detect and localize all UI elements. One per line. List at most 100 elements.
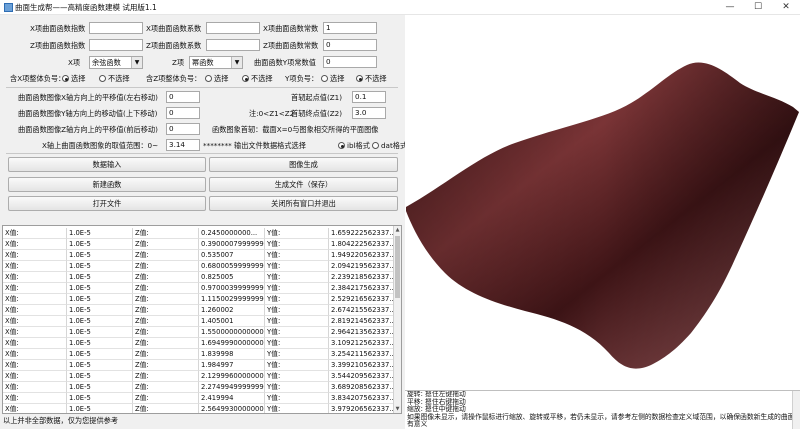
table-row[interactable]: X值: 1.0E-5 Z值: 1.260002 Y值: 2.674215562337... xyxy=(3,305,395,316)
z-constant-input[interactable]: 0 xyxy=(323,39,377,51)
table-cell: 3.399210562337... xyxy=(329,360,395,371)
z1-input[interactable]: 0.1 xyxy=(352,91,386,103)
table-cell: Z值: xyxy=(133,316,199,327)
table-cell: X值: xyxy=(3,349,67,360)
y-sign-label: Y项负号： xyxy=(285,74,319,83)
table-row[interactable]: X值: 1.0E-5 Z值: 1.405001 Y值: 2.819214562337... xyxy=(3,316,395,327)
table-cell: 0.6800059999999... xyxy=(199,261,265,272)
z-exponent-input[interactable] xyxy=(89,39,143,51)
z2-input[interactable]: 3.0 xyxy=(352,107,386,119)
table-cell: X值: xyxy=(3,228,67,239)
z-shift-input[interactable]: 0 xyxy=(166,123,200,135)
radio-unselected-icon xyxy=(205,75,212,82)
table-cell: 0.9700039999999... xyxy=(199,283,265,294)
maximize-icon[interactable]: ☐ xyxy=(744,0,772,15)
close-icon[interactable]: ✕ xyxy=(772,0,800,15)
z-coefficient-input[interactable] xyxy=(206,39,260,51)
x-shift-input[interactable]: 0 xyxy=(166,91,200,103)
format-dat-radio[interactable]: dat格式 xyxy=(372,140,407,151)
new-function-button[interactable]: 新建函数 xyxy=(8,177,206,192)
table-row[interactable]: X值: 1.0E-5 Z值: 0.3900007999999... Y值: 1.80422… xyxy=(3,239,395,250)
z-function-select[interactable]: 幂函数 ▼ xyxy=(189,56,243,69)
help-scrollbar[interactable] xyxy=(792,391,800,429)
x-constant-input[interactable]: 1 xyxy=(323,22,377,34)
minimize-icon[interactable]: — xyxy=(716,0,744,15)
table-row[interactable]: X值: 1.0E-5 Z值: 2.419994 Y值: 3.834207562337... xyxy=(3,393,395,404)
table-row[interactable]: X值: 1.0E-5 Z值: 2.2749949999999... Y值: 3.68920… xyxy=(3,382,395,393)
scroll-up-icon[interactable]: ▲ xyxy=(394,226,401,234)
table-row[interactable]: X值: 1.0E-5 Z值: 1.984997 Y值: 3.399210562337... xyxy=(3,360,395,371)
table-cell: X值: xyxy=(3,382,67,393)
z-exponent-label: Z项曲面函数指数 xyxy=(30,41,86,50)
radio-label: 选择 xyxy=(214,74,229,83)
format-ibl-radio[interactable]: ibl格式 xyxy=(338,140,370,151)
table-row[interactable]: X值: 1.0E-5 Z值: 2.1299960000000... Y值: 3.54420… xyxy=(3,371,395,382)
data-table[interactable]: X值: 1.0E-5 Z值: 0.2450000000... Y值: 1.65922256… xyxy=(2,225,402,414)
x-range-input[interactable]: 3.14 xyxy=(166,139,200,151)
table-cell: 1.0E-5 xyxy=(67,294,133,305)
help-note: 如果图像未显示，请操作鼠标进行缩放、旋转或平移，若仍未显示，请参考左侧的数据检查… xyxy=(407,412,795,421)
y-sign-select-radio[interactable]: 选择 xyxy=(321,73,344,84)
table-cell: 2.239218562337... xyxy=(329,272,395,283)
radio-label: 选择 xyxy=(71,74,86,83)
table-row[interactable]: X值: 1.0E-5 Z值: 1.839998 Y值: 3.254211562337... xyxy=(3,349,395,360)
x-sign-select-radio[interactable]: 选择 xyxy=(62,73,85,84)
table-cell: 1.0E-5 xyxy=(67,349,133,360)
table-row[interactable]: X值: 1.0E-5 Z值: 0.9700039999999... Y值: 2.38421… xyxy=(3,283,395,294)
data-input-button[interactable]: 数据输入 xyxy=(8,157,206,172)
table-cell: 2.5649930000000... xyxy=(201,404,265,413)
table-cell: X值: xyxy=(3,272,67,283)
scroll-thumb[interactable] xyxy=(395,236,400,298)
close-all-exit-button[interactable]: 关闭所有窗口并退出 xyxy=(209,196,398,211)
x-sign-unselect-radio[interactable]: 不选择 xyxy=(99,73,130,84)
z-sign-unselect-radio[interactable]: 不选择 xyxy=(242,73,273,84)
y-constant-input[interactable]: 0 xyxy=(323,56,377,68)
table-row[interactable]: X值: 1.0E-5 Z值: 2.5649930000000... Y值: 3.97920… xyxy=(3,404,395,413)
table-cell: 1.984997 xyxy=(199,360,265,371)
table-cell: 1.0E-5 xyxy=(67,404,133,413)
app-icon xyxy=(4,3,13,12)
table-row[interactable]: X值: 1.0E-5 Z值: 0.535007 Y值: 1.949220562337... xyxy=(3,250,395,261)
x-function-label: X项 xyxy=(68,58,81,67)
table-cell: Y值: xyxy=(265,338,329,349)
table-cell: 0.2450000000... xyxy=(199,228,265,239)
table-cell: Z值: xyxy=(133,327,199,338)
x-shift-label: 曲面函数图像X轴方向上的平移值(左右移动) xyxy=(18,93,158,102)
table-cell: 1.6949990000000... xyxy=(199,338,265,349)
z1-label: 首轫起点值(Z1) xyxy=(291,93,343,102)
table-cell: Y值: xyxy=(265,404,329,413)
table-cell: Z值: xyxy=(133,393,199,404)
generate-file-button[interactable]: 生成文件（保存） xyxy=(209,177,398,192)
image-generate-button[interactable]: 图像生成 xyxy=(209,157,398,172)
x-sign-label: 含X项整体负号： xyxy=(10,74,66,83)
table-row[interactable]: X值: 1.0E-5 Z值: 1.6949990000000... Y值: 3.10921… xyxy=(3,338,395,349)
table-row[interactable]: X值: 1.0E-5 Z值: 1.5500000000000... Y值: 2.96421… xyxy=(3,327,395,338)
table-cell: 1.839998 xyxy=(199,349,265,360)
table-row[interactable]: X值: 1.0E-5 Z值: 0.6800059999999... Y值: 2.09421… xyxy=(3,261,395,272)
x-exponent-input[interactable] xyxy=(89,22,143,34)
surface-render[interactable] xyxy=(405,15,800,390)
table-row[interactable]: X值: 1.0E-5 Z值: 0.2450000000... Y值: 1.65922256… xyxy=(3,228,395,239)
table-cell: Z值: xyxy=(133,239,199,250)
control-panel: X项曲面函数指数 X项曲面函数系数 X项曲面函数常数 1 Z项曲面函数指数 Z项… xyxy=(0,15,407,429)
open-file-button[interactable]: 打开文件 xyxy=(8,196,206,211)
title-bar: 曲面生成帮——高精度函数建模 试用版1.1 — ☐ ✕ xyxy=(0,0,800,15)
surface-view[interactable]: 旋转: 摁住左键拖动 平移: 摁住右键拖动 缩放: 摁住中键拖动 如果图像未显示… xyxy=(405,15,800,429)
y-sign-unselect-radio[interactable]: 不选择 xyxy=(356,73,387,84)
table-cell: Y值: xyxy=(265,294,329,305)
x-function-select[interactable]: 余弦函数 ▼ xyxy=(89,56,143,69)
table-cell: 1.405001 xyxy=(199,316,265,327)
table-cell: Z值: xyxy=(133,294,199,305)
x-coefficient-input[interactable] xyxy=(206,22,260,34)
table-cell: Z值: xyxy=(133,283,199,294)
scroll-down-icon[interactable]: ▼ xyxy=(394,405,401,413)
table-row[interactable]: X值: 1.0E-5 Z值: 1.1150029999999... Y值: 2.52921… xyxy=(3,294,395,305)
table-cell: 1.0E-5 xyxy=(67,272,133,283)
table-cell: Y值: xyxy=(265,305,329,316)
table-cell: Z值: xyxy=(133,272,199,283)
z-sign-select-radio[interactable]: 选择 xyxy=(205,73,228,84)
table-row[interactable]: X值: 1.0E-5 Z值: 0.825005 Y值: 2.239218562337... xyxy=(3,272,395,283)
y-shift-input[interactable]: 0 xyxy=(166,107,200,119)
vertical-scrollbar[interactable]: ▲ ▼ xyxy=(393,226,401,413)
table-cell: Z值: xyxy=(133,360,199,371)
